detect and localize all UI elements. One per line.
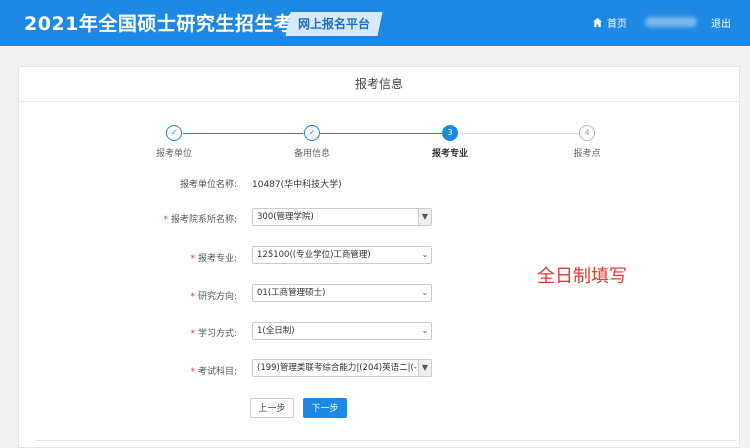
divider [36, 440, 736, 441]
chevron-down-icon: ⌄ [419, 285, 431, 301]
direction-label: * 研究方向: [190, 292, 237, 302]
study-mode-selected-value: 1(全日制) [257, 326, 295, 336]
major-select[interactable]: 125100((专业学位)工商管理) ⌄ [252, 246, 432, 264]
study-mode-label: * 学习方式: [190, 329, 237, 339]
step-4-number: 4 [579, 125, 595, 141]
subjects-select[interactable]: (199)管理类联考综合能力|(204)英语二|(-)-无 ▼ [252, 359, 432, 377]
subjects-selected-value: (199)管理类联考综合能力|(204)英语二|(-)-无 [257, 363, 421, 373]
step-1-check-icon: ✓ [166, 125, 182, 141]
step-1: ✓ 报考单位 [144, 125, 204, 159]
chevron-down-icon: ▼ [418, 209, 431, 225]
department-label: * 报考院系所名称: [163, 215, 237, 225]
unit-value: 10487(华中科技大学) [252, 180, 342, 190]
panel-title: 报考信息 [19, 67, 739, 102]
platform-badge: 网上报名平台 [285, 12, 383, 36]
step-3-number: 3 [442, 125, 458, 141]
chevron-down-icon: ⌄ [419, 247, 431, 263]
major-selected-value: 125100((专业学位)工商管理) [257, 250, 371, 260]
fulltime-annotation: 全日制填写 [537, 266, 627, 287]
direction-selected-value: 01(工商管理硕士) [257, 288, 326, 298]
direction-select[interactable]: 01(工商管理硕士) ⌄ [252, 284, 432, 302]
logout-link[interactable]: 退出 [711, 15, 731, 30]
department-select[interactable]: 300(管理学院) ▼ [252, 208, 432, 226]
unit-label: 报考单位名称: [179, 180, 237, 190]
step-3: 3 报考专业 [420, 125, 480, 159]
username-blurred [645, 17, 697, 27]
home-icon [592, 17, 603, 28]
app-title: 2021年全国硕士研究生招生考试 [24, 13, 313, 35]
home-link-label: 首页 [607, 19, 627, 30]
department-selected-value: 300(管理学院) [257, 212, 314, 222]
prev-step-button[interactable]: 上一步 [250, 398, 294, 418]
chevron-down-icon: ⌄ [419, 323, 431, 339]
study-mode-select[interactable]: 1(全日制) ⌄ [252, 322, 432, 340]
chevron-down-icon: ▼ [418, 360, 431, 376]
platform-badge-label: 网上报名平台 [297, 17, 370, 31]
step-2: ✓ 备用信息 [282, 125, 342, 159]
next-step-button[interactable]: 下一步 [303, 398, 347, 418]
top-header: 2021年全国硕士研究生招生考试 网上报名平台 首页 退出 [0, 0, 750, 46]
major-label: * 报考专业: [190, 254, 237, 264]
step-2-check-icon: ✓ [304, 125, 320, 141]
step-4: 4 报考点 [557, 125, 617, 159]
step-2-label: 备用信息 [293, 149, 330, 159]
home-link[interactable]: 首页 [592, 15, 627, 30]
step-3-label: 报考专业 [431, 149, 468, 159]
step-4-label: 报考点 [573, 149, 601, 159]
subjects-label: * 考试科目: [190, 367, 237, 377]
step-1-label: 报考单位 [155, 149, 192, 159]
